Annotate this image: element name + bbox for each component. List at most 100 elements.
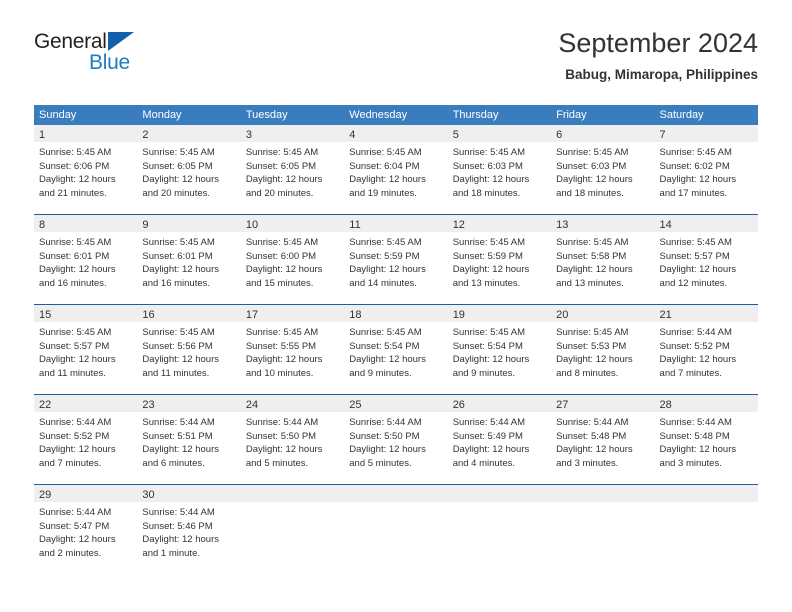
- day-number: 27: [556, 399, 569, 411]
- day-cell[interactable]: 19 Sunrise: 5:45 AM Sunset: 5:54 PM Dayl…: [447, 305, 552, 394]
- day-cell[interactable]: 23 Sunrise: 5:44 AM Sunset: 5:51 PM Dayl…: [137, 395, 241, 484]
- day-cell-empty: [240, 485, 345, 574]
- daylight-text-line2: and 3 minutes.: [659, 457, 722, 469]
- day-info: Sunrise: 5:44 AM Sunset: 5:52 PM Dayligh…: [655, 322, 758, 380]
- sunset-text: Sunset: 6:00 PM: [245, 250, 317, 262]
- day-cell[interactable]: 28 Sunrise: 5:44 AM Sunset: 5:48 PM Dayl…: [654, 395, 758, 484]
- week-row: 15 Sunrise: 5:45 AM Sunset: 5:57 PM Dayl…: [34, 304, 758, 394]
- day-cell[interactable]: 10 Sunrise: 5:45 AM Sunset: 6:00 PM Dayl…: [240, 215, 345, 304]
- sunrise-text: Sunrise: 5:45 AM: [556, 327, 629, 338]
- day-cell[interactable]: 30 Sunrise: 5:44 AM Sunset: 5:46 PM Dayl…: [137, 485, 241, 574]
- day-info: Sunrise: 5:45 AM Sunset: 5:55 PM Dayligh…: [241, 322, 344, 380]
- sunset-text: Sunset: 5:46 PM: [142, 520, 213, 532]
- day-cell[interactable]: 29 Sunrise: 5:44 AM Sunset: 5:47 PM Dayl…: [34, 485, 138, 574]
- day-number-band: 29: [34, 485, 138, 502]
- day-cell[interactable]: 24 Sunrise: 5:44 AM Sunset: 5:50 PM Dayl…: [240, 395, 345, 484]
- day-cell[interactable]: 7 Sunrise: 5:45 AM Sunset: 6:02 PM Dayli…: [654, 125, 758, 214]
- sunset-text: Sunset: 6:03 PM: [556, 160, 627, 172]
- day-cell[interactable]: 26 Sunrise: 5:44 AM Sunset: 5:49 PM Dayl…: [447, 395, 552, 484]
- day-cell[interactable]: 3 Sunrise: 5:45 AM Sunset: 6:05 PM Dayli…: [240, 125, 345, 214]
- day-cell[interactable]: 15 Sunrise: 5:45 AM Sunset: 5:57 PM Dayl…: [34, 305, 138, 394]
- day-number-band: 28: [654, 395, 758, 412]
- day-cell[interactable]: 1 Sunrise: 5:45 AM Sunset: 6:06 PM Dayli…: [34, 125, 138, 214]
- day-cell[interactable]: 9 Sunrise: 5:45 AM Sunset: 6:01 PM Dayli…: [137, 215, 241, 304]
- sunrise-text: Sunrise: 5:44 AM: [349, 417, 422, 428]
- day-cell[interactable]: 17 Sunrise: 5:45 AM Sunset: 5:55 PM Dayl…: [240, 305, 345, 394]
- day-cell[interactable]: 14 Sunrise: 5:45 AM Sunset: 5:57 PM Dayl…: [654, 215, 758, 304]
- daylight-text-line1: Daylight: 12 hours: [349, 264, 426, 276]
- day-cell[interactable]: 13 Sunrise: 5:45 AM Sunset: 5:58 PM Dayl…: [551, 215, 655, 304]
- daylight-text-line2: and 16 minutes.: [142, 277, 211, 289]
- sunset-text: Sunset: 5:58 PM: [556, 250, 627, 262]
- sunrise-text: Sunrise: 5:45 AM: [349, 327, 422, 338]
- day-info: Sunrise: 5:44 AM Sunset: 5:52 PM Dayligh…: [34, 412, 137, 470]
- sunrise-text: Sunrise: 5:45 AM: [142, 237, 215, 248]
- sunrise-text: Sunrise: 5:45 AM: [452, 147, 526, 158]
- sunset-text: Sunset: 5:52 PM: [39, 430, 110, 442]
- sunrise-text: Sunrise: 5:45 AM: [349, 147, 422, 158]
- day-cell[interactable]: 20 Sunrise: 5:45 AM Sunset: 5:53 PM Dayl…: [551, 305, 655, 394]
- sunset-text: Sunset: 6:04 PM: [349, 160, 420, 172]
- day-cell[interactable]: 22 Sunrise: 5:44 AM Sunset: 5:52 PM Dayl…: [34, 395, 138, 484]
- daylight-text-line1: Daylight: 12 hours: [349, 354, 426, 366]
- day-cell[interactable]: 25 Sunrise: 5:44 AM Sunset: 5:50 PM Dayl…: [344, 395, 448, 484]
- logo-text-blue: Blue: [89, 51, 130, 74]
- day-cell-empty: [551, 485, 655, 574]
- day-number: 2: [142, 129, 149, 141]
- day-number-band: 8: [34, 215, 138, 232]
- sunrise-text: Sunrise: 5:45 AM: [39, 237, 112, 248]
- day-number: 16: [142, 309, 155, 321]
- day-number: 20: [556, 309, 569, 321]
- day-cell[interactable]: 18 Sunrise: 5:45 AM Sunset: 5:54 PM Dayl…: [344, 305, 448, 394]
- day-cell[interactable]: 5 Sunrise: 5:45 AM Sunset: 6:03 PM Dayli…: [447, 125, 552, 214]
- day-cell[interactable]: 27 Sunrise: 5:44 AM Sunset: 5:48 PM Dayl…: [551, 395, 655, 484]
- daylight-text-line1: Daylight: 12 hours: [245, 264, 323, 276]
- sunrise-text: Sunrise: 5:44 AM: [556, 417, 629, 428]
- daylight-text-line1: Daylight: 12 hours: [39, 354, 116, 366]
- sunset-text: Sunset: 5:49 PM: [452, 430, 523, 442]
- day-number-band: 4: [344, 125, 448, 142]
- daylight-text-line2: and 2 minutes.: [39, 547, 102, 559]
- page-header: General Blue September 2024 Babug, Mimar…: [34, 26, 758, 98]
- day-number-band: 2: [137, 125, 241, 142]
- day-number: 25: [349, 399, 362, 411]
- day-number: 19: [452, 309, 465, 321]
- daylight-text-line2: and 9 minutes.: [452, 367, 516, 379]
- day-number-band: 5: [447, 125, 552, 142]
- daylight-text-line1: Daylight: 12 hours: [245, 174, 323, 186]
- day-number: 26: [452, 399, 465, 411]
- daylight-text-line2: and 20 minutes.: [245, 187, 314, 199]
- generalblue-logo: General Blue: [34, 30, 214, 84]
- day-cell-empty: [447, 485, 552, 574]
- day-info: Sunrise: 5:45 AM Sunset: 5:54 PM Dayligh…: [344, 322, 447, 380]
- sunrise-text: Sunrise: 5:45 AM: [556, 237, 629, 248]
- sunrise-text: Sunrise: 5:45 AM: [39, 327, 112, 338]
- day-cell[interactable]: 2 Sunrise: 5:45 AM Sunset: 6:05 PM Dayli…: [137, 125, 241, 214]
- daylight-text-line2: and 14 minutes.: [349, 277, 417, 289]
- day-cell[interactable]: 8 Sunrise: 5:45 AM Sunset: 6:01 PM Dayli…: [34, 215, 138, 304]
- day-cell[interactable]: 16 Sunrise: 5:45 AM Sunset: 5:56 PM Dayl…: [137, 305, 241, 394]
- day-number-band: 1: [34, 125, 138, 142]
- day-cell[interactable]: 4 Sunrise: 5:45 AM Sunset: 6:04 PM Dayli…: [344, 125, 448, 214]
- daylight-text-line2: and 12 minutes.: [659, 277, 728, 289]
- sunset-text: Sunset: 5:53 PM: [556, 340, 627, 352]
- weekday-header-saturday: Saturday: [659, 109, 704, 121]
- daylight-text-line1: Daylight: 12 hours: [39, 174, 116, 186]
- weekday-header-monday: Monday: [142, 109, 182, 121]
- day-cell[interactable]: 12 Sunrise: 5:45 AM Sunset: 5:59 PM Dayl…: [447, 215, 552, 304]
- weekday-header-sunday: Sunday: [39, 109, 77, 121]
- daylight-text-line2: and 5 minutes.: [245, 457, 309, 469]
- day-cell[interactable]: 21 Sunrise: 5:44 AM Sunset: 5:52 PM Dayl…: [654, 305, 758, 394]
- day-number-band: 21: [654, 305, 758, 322]
- daylight-text-line1: Daylight: 12 hours: [142, 174, 219, 186]
- day-info: Sunrise: 5:45 AM Sunset: 5:57 PM Dayligh…: [34, 322, 137, 380]
- day-number-band: 26: [447, 395, 552, 412]
- day-number-band: 24: [240, 395, 345, 412]
- day-cell[interactable]: 6 Sunrise: 5:45 AM Sunset: 6:03 PM Dayli…: [551, 125, 655, 214]
- daylight-text-line1: Daylight: 12 hours: [245, 444, 323, 456]
- day-cell[interactable]: 11 Sunrise: 5:45 AM Sunset: 5:59 PM Dayl…: [344, 215, 448, 304]
- daylight-text-line1: Daylight: 12 hours: [39, 444, 116, 456]
- day-number-band: 11: [344, 215, 448, 232]
- sunset-text: Sunset: 5:47 PM: [39, 520, 110, 532]
- daylight-text-line2: and 11 minutes.: [39, 367, 106, 379]
